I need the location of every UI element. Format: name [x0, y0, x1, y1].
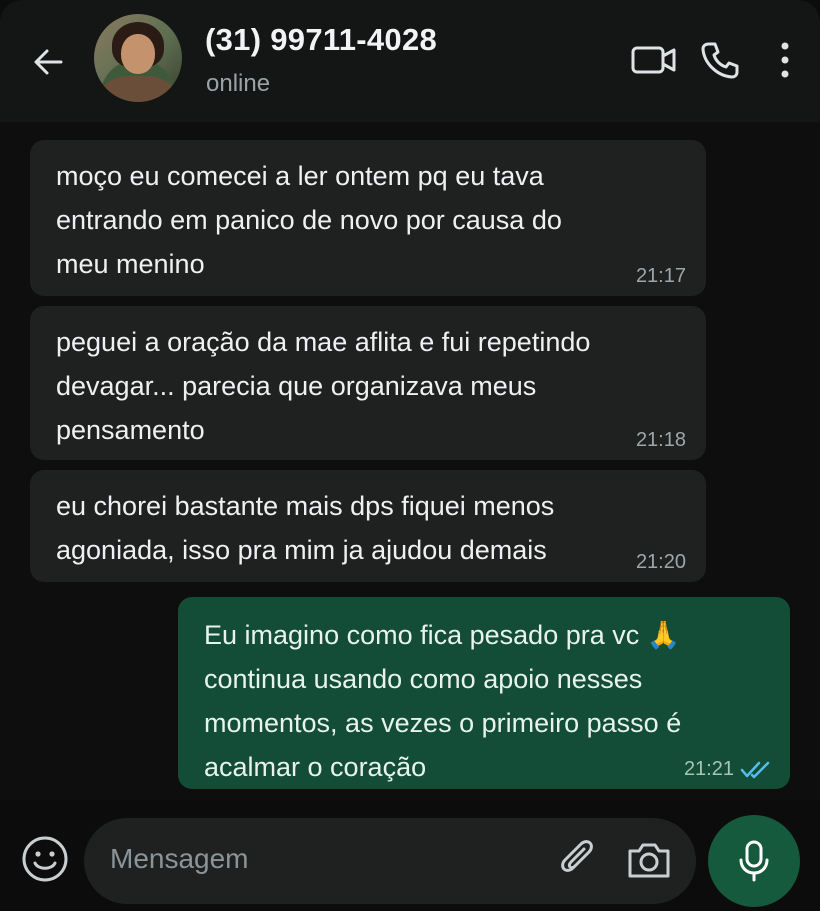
chat-screen: (31) 99711-4028 online moço eu comecei a… — [0, 0, 820, 911]
message-text-line: momentos, as vezes o primeiro passo é — [204, 708, 682, 738]
message-time: 21:17 — [635, 265, 686, 287]
message-bubble[interactable]: eu chorei bastante mais dps fiquei menos… — [30, 470, 706, 582]
voice-call-button[interactable] — [696, 38, 744, 82]
chat-header: (31) 99711-4028 online — [0, 0, 820, 122]
video-call-button[interactable] — [630, 40, 678, 80]
menu-button[interactable] — [770, 38, 800, 82]
message-bubble[interactable]: peguei a oração da mae aflita e fui repe… — [30, 306, 706, 460]
message-time: 21:20 — [635, 551, 686, 573]
emoji-button[interactable] — [20, 834, 70, 884]
message-time: 21:21 — [683, 758, 734, 780]
contact-avatar[interactable] — [94, 14, 182, 102]
message-text-line: agoniada, isso pra mim ja ajudou demais — [56, 535, 547, 565]
message-bubble-outgoing[interactable]: Eu imagino como fica pesado pra vc 🙏 con… — [178, 597, 790, 789]
back-button[interactable] — [28, 42, 68, 82]
message-text-line: devagar... parecia que organizava meus — [56, 371, 537, 401]
attach-button[interactable] — [556, 838, 600, 882]
arrow-left-icon — [34, 49, 63, 75]
message-bubble[interactable]: moço eu comecei a ler ontem pq eu tava e… — [30, 140, 706, 296]
camera-button[interactable] — [626, 838, 672, 882]
message-text-line: meu menino — [56, 249, 205, 279]
message-list[interactable]: moço eu comecei a ler ontem pq eu tava e… — [0, 122, 820, 800]
message-text-line: moço eu comecei a ler ontem pq eu tava — [56, 161, 544, 191]
message-text-line: pensamento — [56, 415, 205, 445]
message-text-line: Eu imagino como fica pesado pra vc 🙏 — [204, 620, 681, 650]
read-ticks-icon — [740, 761, 770, 779]
smiley-icon — [22, 836, 68, 882]
phone-icon — [701, 42, 739, 79]
camera-icon — [628, 843, 670, 878]
paperclip-icon — [561, 840, 593, 872]
contact-name[interactable]: (31) 99711-4028 — [205, 22, 437, 58]
voice-message-button[interactable] — [708, 815, 800, 907]
message-text-line: peguei a oração da mae aflita e fui repe… — [56, 327, 591, 357]
message-text-line: entrando em panico de novo por causa do — [56, 205, 562, 235]
message-text-line: acalmar o coração — [204, 752, 427, 782]
message-input-placeholder: Mensagem — [110, 843, 249, 874]
message-text-line: eu chorei bastante mais dps fiquei menos — [56, 491, 555, 521]
message-text-line: continua usando como apoio nesses — [204, 664, 643, 694]
three-dots-vertical-icon — [781, 42, 789, 78]
microphone-icon — [739, 840, 769, 882]
contact-status: online — [206, 70, 271, 97]
message-time: 21:18 — [635, 429, 686, 451]
video-camera-icon — [631, 46, 676, 74]
